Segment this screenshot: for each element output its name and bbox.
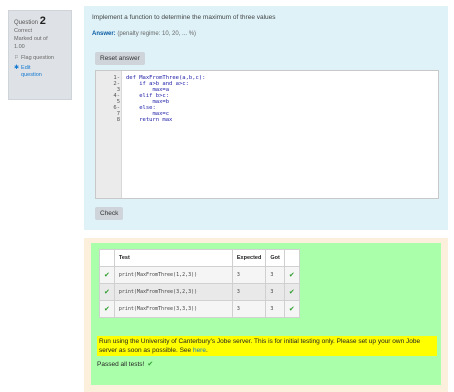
code-line: return max — [126, 117, 173, 123]
got-cell: 3 — [265, 266, 285, 284]
check-icon: ✔ — [147, 361, 154, 368]
line-number: 8 — [116, 117, 120, 123]
feedback-area: Test Expected Got ✔ print(MaxFromThree(1… — [84, 238, 448, 392]
check-icon: ✔ — [283, 283, 300, 301]
table-row: ✔ print(MaxFromThree(3,2,3)) 3 3 ✔ — [99, 283, 300, 301]
table-header-row: Test Expected Got — [99, 249, 300, 267]
passed-all-tests: Passed all tests! ✔ — [97, 360, 154, 369]
flag-question-link[interactable]: ⚐ Flag question — [14, 55, 66, 61]
question-number: Question 2 — [14, 15, 46, 27]
reset-answer-button[interactable]: Reset answer — [95, 52, 145, 65]
jobe-server-notice: Run using the University of Canterbury's… — [97, 336, 437, 356]
test-cell: print(MaxFromThree(3,2,3)) — [113, 283, 233, 301]
test-cell: print(MaxFromThree(1,2,3)) — [113, 266, 233, 284]
header-got: Got — [265, 249, 285, 267]
test-results: Test Expected Got ✔ print(MaxFromThree(1… — [91, 243, 441, 385]
marked-out-of: Marked out of — [14, 36, 48, 42]
check-icon: ✔ — [99, 300, 115, 318]
header-test: Test — [113, 249, 233, 267]
expected-cell: 3 — [231, 266, 267, 284]
check-icon: ✔ — [99, 283, 115, 301]
expected-cell: 3 — [231, 300, 267, 318]
question-prompt: Implement a function to determine the ma… — [92, 14, 276, 21]
here-link[interactable]: here — [193, 347, 206, 354]
header-expected: Expected — [231, 249, 267, 267]
got-cell: 3 — [265, 300, 285, 318]
test-cell: print(MaxFromThree(3,3,3)) — [113, 300, 233, 318]
check-icon: ✔ — [283, 266, 300, 284]
check-icon: ✔ — [99, 266, 115, 284]
penalty-regime: (penalty regime: 10, 20, ... %) — [117, 31, 197, 37]
question-status: Correct — [14, 28, 33, 34]
gear-icon: ✱ — [14, 65, 20, 71]
mark-value: 1.00 — [14, 44, 25, 50]
flag-icon: ⚐ — [14, 55, 19, 61]
question-info-panel: Question 2 Correct Marked out of 1.00 ⚐ … — [8, 10, 72, 100]
code-editor[interactable]: 1- 2- 3 4- 5 6- 7 8 def MaxFromThree(a,b… — [95, 70, 439, 199]
answer-heading: Answer: (penalty regime: 10, 20, ... %) — [92, 31, 197, 37]
check-button[interactable]: Check — [95, 207, 124, 220]
expected-cell: 3 — [231, 283, 267, 301]
header-result — [283, 249, 300, 267]
question-area: Implement a function to determine the ma… — [84, 6, 448, 230]
got-cell: 3 — [265, 283, 285, 301]
table-row: ✔ print(MaxFromThree(1,2,3)) 3 3 ✔ — [99, 266, 300, 284]
header-status — [99, 249, 115, 267]
table-row: ✔ print(MaxFromThree(3,3,3)) 3 3 ✔ — [99, 300, 300, 318]
results-table: Test Expected Got ✔ print(MaxFromThree(1… — [99, 249, 300, 318]
edit-question-link[interactable]: ✱ Edit question — [14, 65, 66, 79]
check-icon: ✔ — [283, 300, 300, 318]
